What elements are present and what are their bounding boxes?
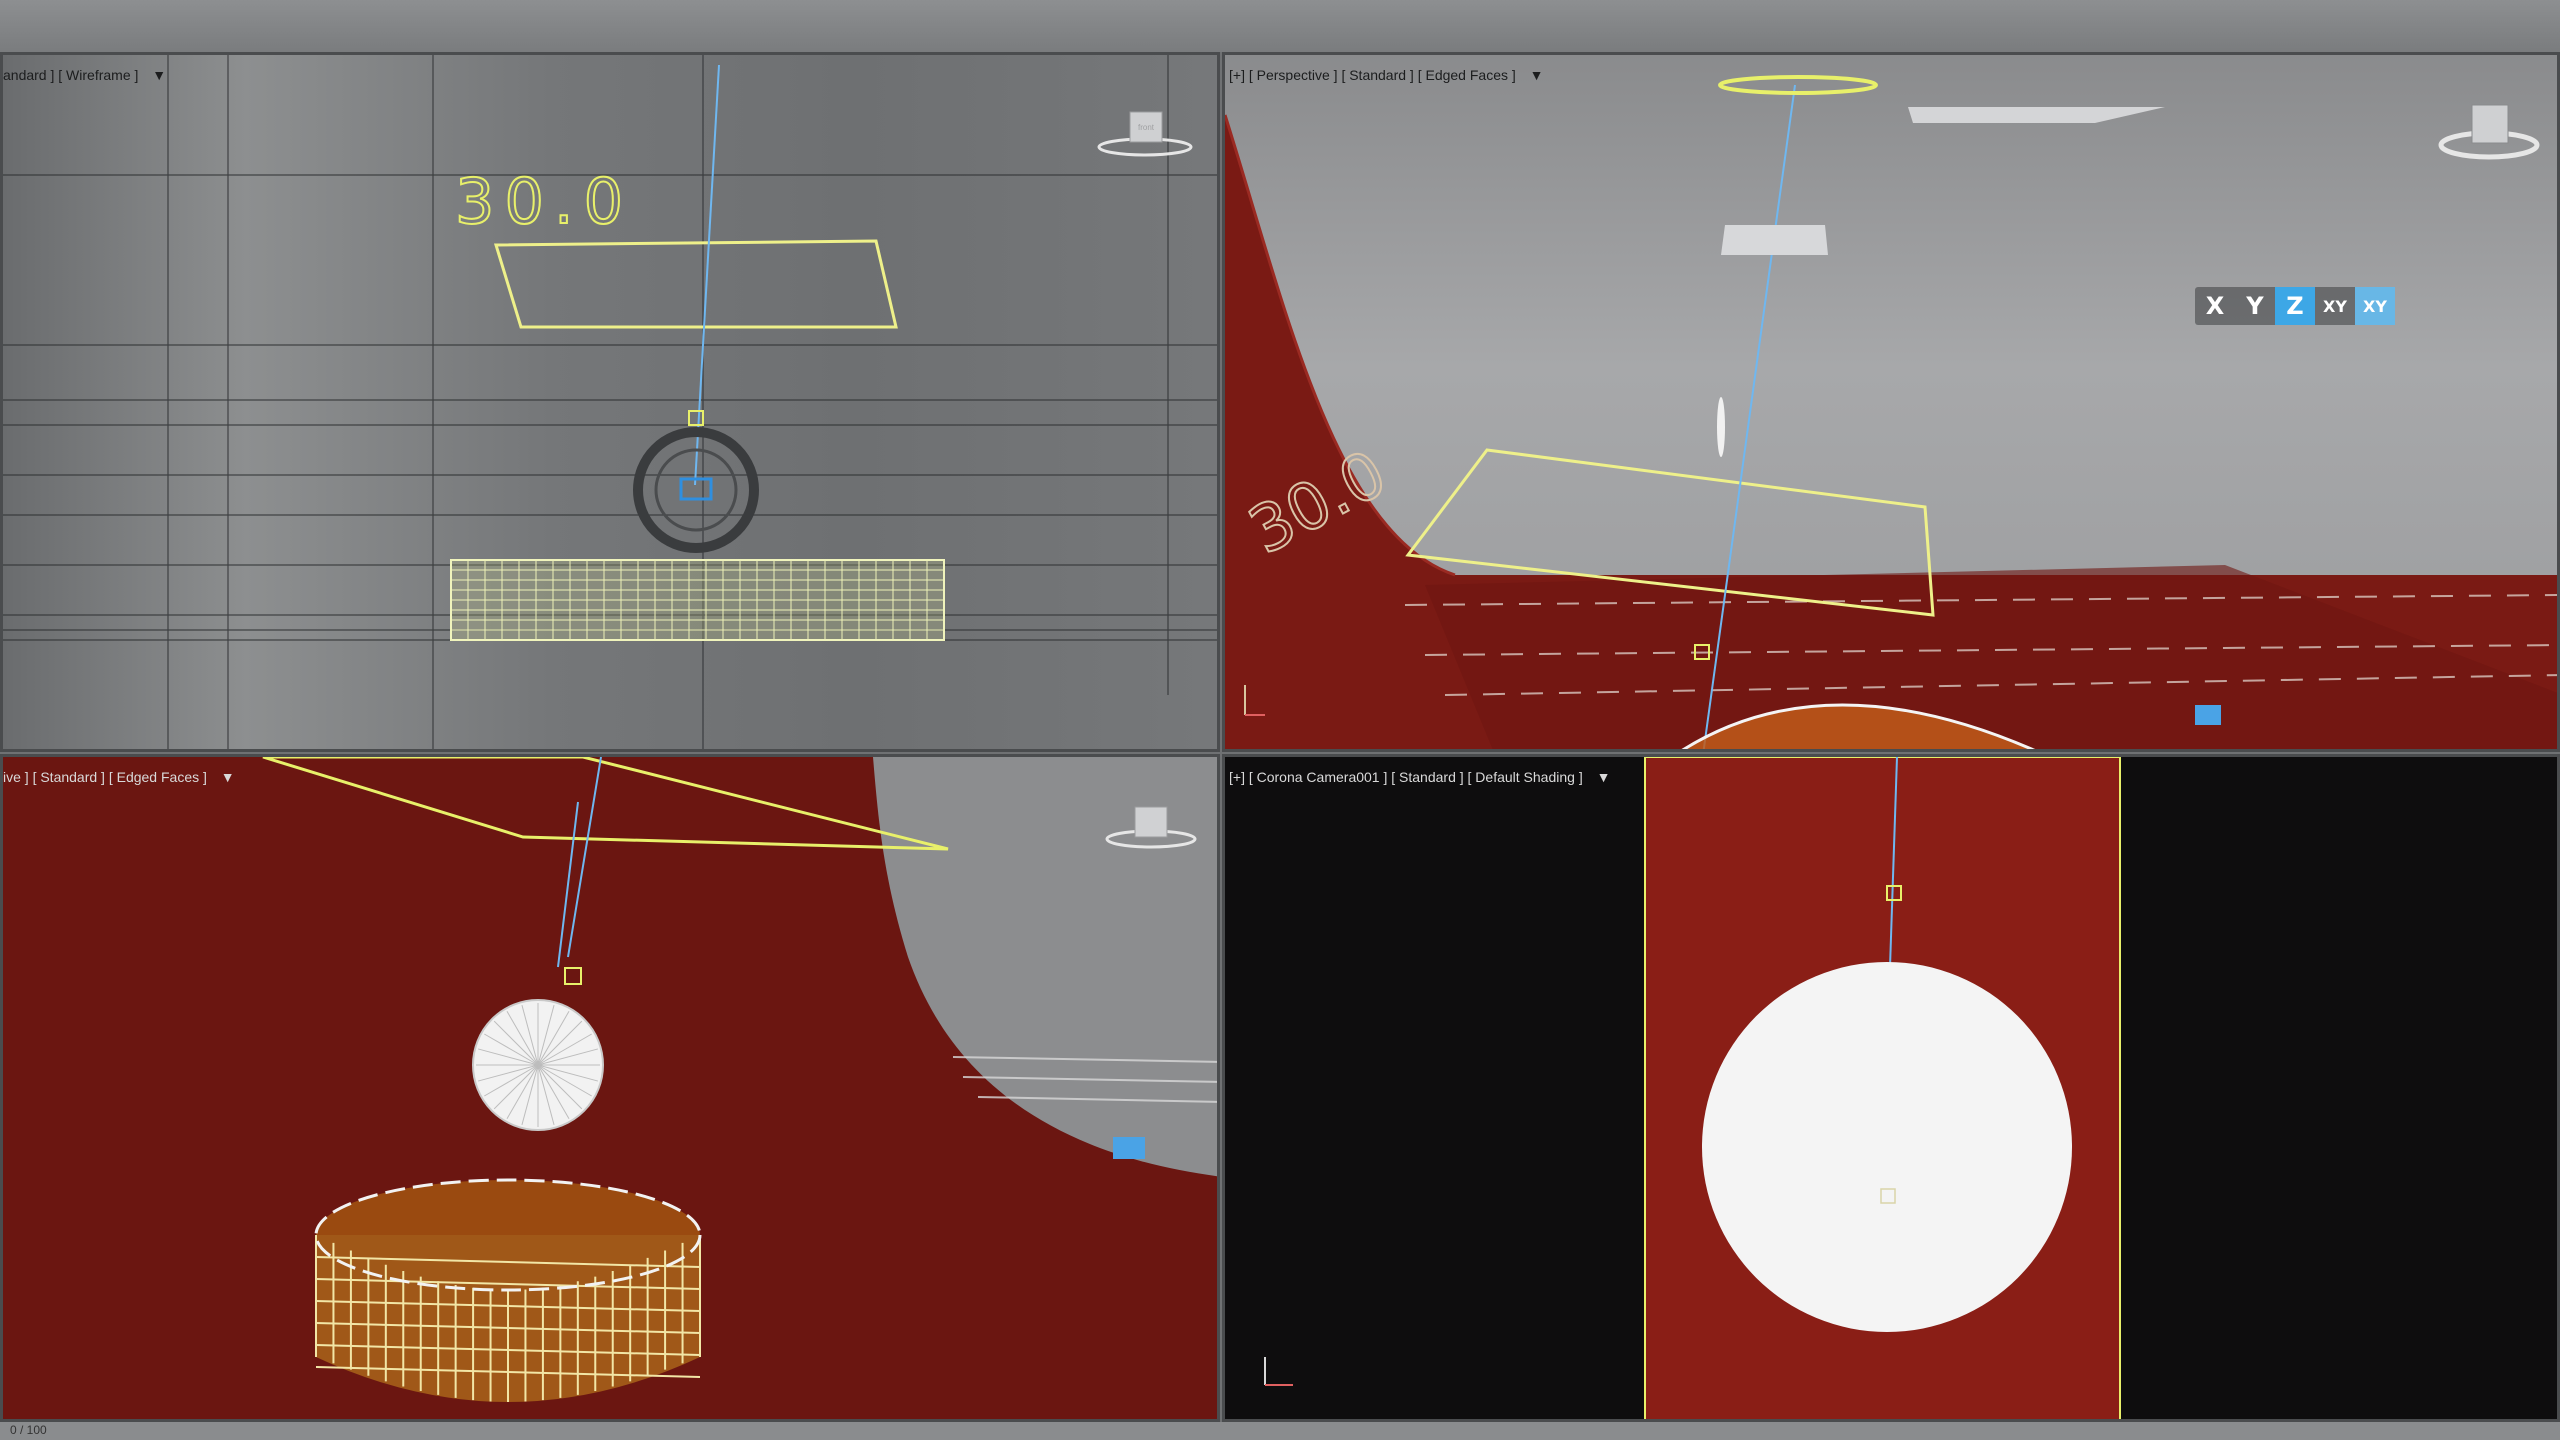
light-object bbox=[1717, 397, 1725, 457]
backdrop-gray-wall bbox=[873, 757, 1217, 1177]
top-toolbar-strip bbox=[0, 0, 2560, 52]
viewport-perspective[interactable]: [+] [ Perspective ] [ Standard ] [ Edged… bbox=[1222, 52, 2560, 752]
cylinder-base-wireframe bbox=[450, 559, 945, 641]
viewcube-icon[interactable] bbox=[2438, 104, 2540, 160]
camera-icon[interactable] bbox=[2195, 705, 2221, 725]
axis-plane-button[interactable]: XY bbox=[2355, 287, 2395, 325]
light-ring bbox=[1718, 75, 1878, 95]
text-object-label: 30.0 bbox=[455, 165, 633, 238]
left-scene bbox=[262, 757, 1217, 1402]
text-object-3d: 30.0 bbox=[454, 164, 633, 239]
frame-counter[interactable]: 0 / 100 bbox=[10, 1423, 47, 1437]
perspective-scene: 30.0 bbox=[1225, 75, 2557, 749]
camera-icon[interactable] bbox=[1113, 1137, 1145, 1159]
reflector-plane bbox=[1908, 107, 2165, 123]
wireframe-scene: 30.0 front bbox=[3, 55, 1217, 749]
viewport-wireframe[interactable]: andard ] [ Wireframe ] ▼ 30.0 front bbox=[0, 52, 1220, 752]
axis-x-button[interactable]: X bbox=[2195, 287, 2235, 325]
viewport-camera[interactable]: [+] [ Corona Camera001 ] [ Standard ] [ … bbox=[1222, 754, 2560, 1422]
softbox-plane bbox=[1721, 225, 1828, 255]
axis-xy-button[interactable]: XY bbox=[2315, 287, 2355, 325]
light-target-line-2 bbox=[557, 801, 579, 968]
target-handle[interactable] bbox=[564, 967, 582, 985]
area-light-plane bbox=[493, 239, 898, 329]
axis-y-button[interactable]: Y bbox=[2235, 287, 2275, 325]
light-target-line bbox=[567, 757, 602, 958]
status-bar: 0 / 100 bbox=[0, 1422, 2560, 1440]
axis-constraints-toolbar: X Y Z XY XY bbox=[2195, 287, 2395, 325]
axis-tripod-icon bbox=[1264, 1357, 1293, 1386]
area-light-plane bbox=[262, 757, 949, 851]
viewport-left[interactable]: ive ] [ Standard ] [ Edged Faces ] ▼ bbox=[0, 754, 1220, 1422]
target-handle[interactable] bbox=[688, 410, 704, 426]
sphere-object bbox=[1702, 962, 2072, 1332]
viewcube-face-label: front bbox=[1138, 123, 1155, 132]
light-target-line bbox=[694, 64, 720, 486]
camera-scene bbox=[1264, 757, 2121, 1419]
axis-z-button[interactable]: Z bbox=[2275, 287, 2315, 325]
viewcube-icon[interactable]: front bbox=[1097, 111, 1193, 157]
